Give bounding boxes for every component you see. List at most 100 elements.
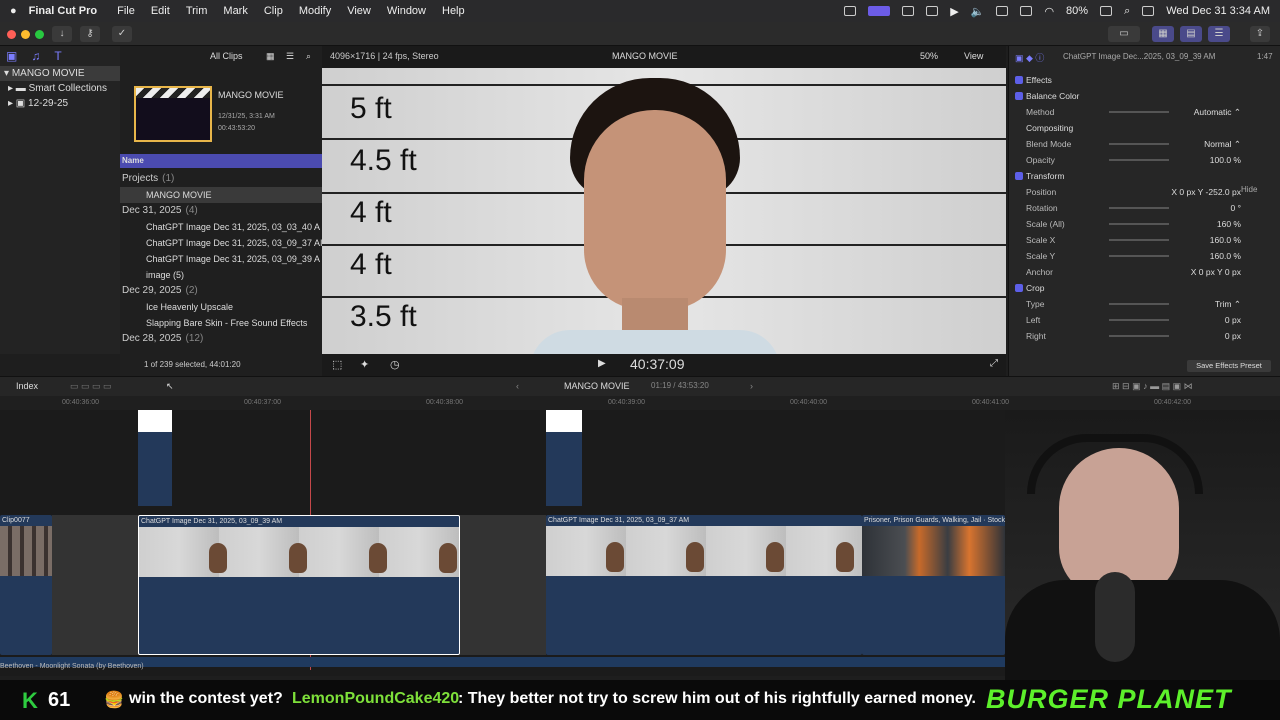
status-icon[interactable]: [996, 6, 1009, 16]
hide-button[interactable]: Hide: [1241, 185, 1257, 194]
index-button[interactable]: Index: [16, 381, 38, 391]
menu-modify[interactable]: Modify: [299, 5, 331, 17]
volume-icon[interactable]: 🔈: [971, 5, 985, 18]
checkbox-icon[interactable]: [1015, 76, 1023, 84]
browser-toggle-icon[interactable]: ▦: [1152, 26, 1174, 42]
viewer-image[interactable]: 5 ft 4.5 ft 4 ft 4 ft 3.5 ft: [322, 68, 1006, 354]
inspector-value[interactable]: 0 px: [1225, 312, 1241, 328]
inspector-row[interactable]: Left 0 px: [1009, 312, 1280, 328]
browser-group-header[interactable]: Projects (1): [120, 171, 322, 187]
inspector-row[interactable]: Blend Mode Normal ⌃: [1009, 136, 1280, 152]
inspector-row[interactable]: Anchor X 0 px Y 0 px: [1009, 264, 1280, 280]
connected-clip[interactable]: [546, 410, 582, 506]
checkbox-icon[interactable]: [1015, 284, 1023, 292]
wifi-icon[interactable]: ◠: [1044, 5, 1054, 18]
timeline-clip[interactable]: ChatGPT Image Dec 31, 2025, 03_09_37 AM: [546, 515, 862, 655]
inspector-value[interactable]: X 0 px Y -252.0 px: [1171, 184, 1241, 200]
value-slider[interactable]: [1109, 207, 1169, 209]
menu-help[interactable]: Help: [442, 5, 465, 17]
timeline-ruler[interactable]: 00:40:36:00 00:40:37:00 00:40:38:00 00:40:3…: [0, 396, 1280, 410]
inspector-row[interactable]: Rotation 0 °: [1009, 200, 1280, 216]
browser-group-header[interactable]: Dec 31, 2025 (4): [120, 203, 322, 219]
filmstrip-view-icon[interactable]: ▦: [266, 46, 275, 66]
edit-tools-icon[interactable]: ▭ ▭ ▭ ▭: [70, 381, 112, 392]
transform-icon[interactable]: ⬚: [332, 358, 342, 371]
browser-clip-row[interactable]: image (5): [120, 267, 322, 283]
photos-icon[interactable]: ♫: [31, 49, 40, 63]
value-slider[interactable]: [1109, 255, 1169, 257]
forward-icon[interactable]: ›: [750, 381, 753, 391]
inspector-row[interactable]: Right 0 px: [1009, 328, 1280, 344]
inspector-row[interactable]: Scale (All) 160 %: [1009, 216, 1280, 232]
search-icon[interactable]: ⌕: [1124, 5, 1130, 18]
browser-clip-row[interactable]: Ice Heavenly Upscale: [120, 299, 322, 315]
value-slider[interactable]: [1109, 319, 1169, 321]
layout-icon[interactable]: ▭: [1108, 26, 1140, 42]
gap-clip[interactable]: [460, 515, 546, 655]
minimize-window-button[interactable]: [21, 30, 30, 39]
enhance-icon[interactable]: ✦: [360, 358, 369, 371]
menu-view[interactable]: View: [347, 5, 371, 17]
timecode[interactable]: 40:37:09: [630, 356, 685, 372]
browser-group-header[interactable]: Dec 28, 2025 (12): [120, 331, 322, 347]
project-thumbnail[interactable]: [134, 86, 212, 142]
view-menu[interactable]: View: [964, 51, 983, 61]
browser-clip-row[interactable]: ChatGPT Image Dec 31, 2025, 03_09_39 A: [120, 251, 322, 267]
timeline-tools-icon[interactable]: ⊞ ⊟ ▣ ♪ ▬ ▤ ▣ ⋈: [1112, 381, 1193, 392]
inspector-value[interactable]: X 0 px Y 0 px: [1191, 264, 1241, 280]
value-slider[interactable]: [1109, 111, 1169, 113]
checkbox-icon[interactable]: [1015, 92, 1023, 100]
keyword-icon[interactable]: ⚷: [80, 26, 100, 42]
menu-window[interactable]: Window: [387, 5, 426, 17]
speed-icon[interactable]: ◷: [390, 358, 400, 371]
save-effects-preset-button[interactable]: Save Effects Preset: [1187, 360, 1271, 372]
value-slider[interactable]: [1109, 143, 1169, 145]
timeline-clip[interactable]: Prisoner, Prison Guards, Walking, Jail ·…: [862, 515, 1005, 655]
select-tool-icon[interactable]: ↖: [166, 381, 174, 392]
inspector-row[interactable]: Method Automatic ⌃: [1009, 104, 1280, 120]
inspector-value[interactable]: Trim ⌃: [1215, 296, 1241, 312]
zoom-window-button[interactable]: [35, 30, 44, 39]
name-column-header[interactable]: Name: [120, 154, 322, 168]
clock[interactable]: Wed Dec 31 3:34 AM: [1166, 5, 1270, 17]
close-window-button[interactable]: [7, 30, 16, 39]
inspector-row[interactable]: Type Trim ⌃: [1009, 296, 1280, 312]
clip-filter[interactable]: All Clips: [210, 46, 243, 66]
inspector-row[interactable]: Scale X 160.0 %: [1009, 232, 1280, 248]
status-icon[interactable]: [926, 6, 939, 16]
inspector-toggle-icon[interactable]: ☰: [1208, 26, 1230, 42]
smart-collections[interactable]: ▸ ▬ Smart Collections: [0, 81, 120, 96]
inspector-value[interactable]: Normal ⌃: [1204, 136, 1241, 152]
libraries-icon[interactable]: ▣: [6, 49, 17, 63]
inspector-value[interactable]: 160.0 %: [1210, 248, 1241, 264]
connected-clip[interactable]: [138, 410, 172, 506]
value-slider[interactable]: [1109, 239, 1169, 241]
menu-edit[interactable]: Edit: [151, 5, 170, 17]
battery-percent[interactable]: 80%: [1066, 5, 1088, 17]
menu-trim[interactable]: Trim: [186, 5, 208, 17]
menu-clip[interactable]: Clip: [264, 5, 283, 17]
video-inspector-icon[interactable]: ▣ ◆ ⓘ: [1015, 51, 1044, 64]
timeline-project[interactable]: MANGO MOVIE: [564, 381, 630, 391]
value-slider[interactable]: [1109, 159, 1169, 161]
import-icon[interactable]: ↓: [52, 26, 72, 42]
inspector-value[interactable]: 0 °: [1231, 200, 1242, 216]
share-icon[interactable]: ⇪: [1250, 26, 1270, 42]
background-tasks-icon[interactable]: ✓: [112, 26, 132, 42]
play-button[interactable]: ▶: [598, 358, 606, 369]
status-icon[interactable]: [844, 6, 857, 16]
status-icon[interactable]: [1020, 6, 1033, 16]
menu-mark[interactable]: Mark: [223, 5, 247, 17]
inspector-value[interactable]: 0 px: [1225, 328, 1241, 344]
app-menu[interactable]: Final Cut Pro: [29, 5, 97, 17]
inspector-row[interactable]: Opacity 100.0 %: [1009, 152, 1280, 168]
value-slider[interactable]: [1109, 335, 1169, 337]
screen-record-icon[interactable]: [868, 6, 891, 16]
browser-clip-row[interactable]: ChatGPT Image Dec 31, 2025, 03_03_40 A: [120, 219, 322, 235]
inspector-value[interactable]: Automatic ⌃: [1194, 104, 1241, 120]
fullscreen-icon[interactable]: ⤢: [990, 358, 998, 369]
browser-clip-row[interactable]: ChatGPT Image Dec 31, 2025, 03_09_37 AI: [120, 235, 322, 251]
timeline-toggle-icon[interactable]: ▤: [1180, 26, 1202, 42]
browser-group-header[interactable]: Dec 29, 2025 (2): [120, 283, 322, 299]
value-slider[interactable]: [1109, 303, 1169, 305]
